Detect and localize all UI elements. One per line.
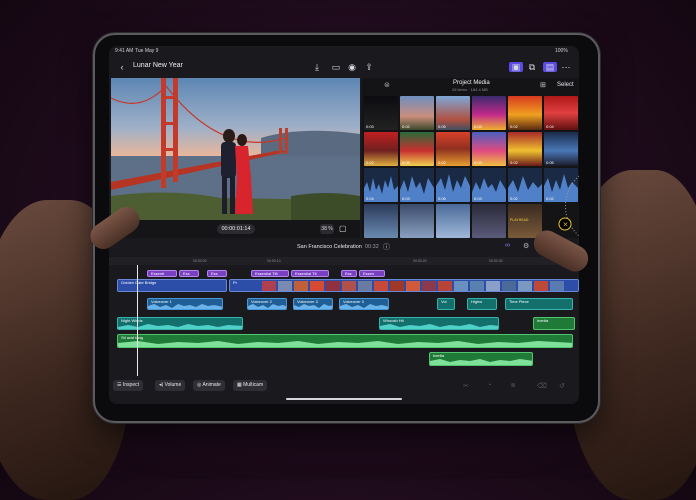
select-button[interactable]: Select [557,82,574,88]
timecode-display[interactable]: 00:00:01:14 [217,224,255,234]
split-icon[interactable]: ✂ [463,382,469,390]
media-thumb[interactable]: 0:03 [472,132,506,166]
voiceover-clip[interactable]: Time Piece [505,298,573,310]
voiceover-clip[interactable]: Voiceover 3 [293,298,333,310]
video-clip-label: Pr [233,280,237,285]
media-thumb[interactable] [472,204,506,238]
multicam-button[interactable]: ▦ Multicam [233,380,268,391]
viewer-zoom[interactable]: 38 % [320,224,334,234]
volume-button[interactable]: ◂) Volume [155,380,186,391]
media-thumb[interactable]: 0:02 [400,96,434,130]
timeline-project-name: San Francisco Celebration [297,244,362,250]
video-viewer[interactable] [111,78,360,220]
media-thumb[interactable]: 0:05 [436,96,470,130]
camera-icon[interactable]: ▭ [331,62,341,72]
audio-clip[interactable]: Whoosh Hit [379,317,499,330]
title-clip[interactable]: Essential Titl [251,270,289,277]
inspector-icon[interactable]: ▤ [543,62,557,72]
media-thumb[interactable] [400,204,434,238]
video-clip-strip[interactable]: Pr [229,279,579,292]
music-clip[interactable]: Sti acid fang [117,334,573,348]
browser-subtitle: 26 items · 184.4 MB [452,87,488,92]
title-clip[interactable]: Ess [341,270,357,277]
timeline-header: San Francisco Celebration 00:32 ⓘ ∞ ⚙ [109,240,579,256]
animate-button[interactable]: ◎ Animate [193,380,225,391]
status-time: 9:41 AM [115,48,134,54]
share-icon[interactable]: ⇪ [364,62,374,72]
detach-icon[interactable]: ⧈ [511,382,515,390]
voiceover-clip[interactable]: Highw [467,298,497,310]
media-thumb-audio[interactable]: 0:03 [472,168,506,202]
voiceover-clip[interactable]: Vol [437,298,455,310]
media-thumb[interactable]: 0:04 [544,96,578,130]
top-toolbar: ‹ Lunar New Year ⤓ ▭ ◉ ⇪ ▣ ⧉ ▤ ⋯ [109,56,579,78]
media-thumb[interactable]: 0:03 [364,96,398,130]
ruler-tick: 00:00:10 [267,259,281,263]
filter-icon[interactable]: ⊜ [384,81,390,89]
voiceover-clip[interactable]: Voiceover 2 [247,298,287,310]
media-thumb[interactable]: 0:02 [364,132,398,166]
grid-view-icon[interactable]: ⊞ [540,81,546,89]
timeline-playhead[interactable] [137,265,138,376]
media-thumb[interactable] [436,204,470,238]
fullscreen-icon[interactable]: ▢ [339,224,349,234]
video-clip[interactable]: Golden Gate Bridge [117,279,227,292]
title-clip[interactable]: Essential Tit [291,270,329,277]
media-thumb-audio[interactable]: 0:03 [400,168,434,202]
chevron-left-icon[interactable]: ‹ [117,62,127,72]
media-thumb-audio[interactable]: 0:04 [364,168,398,202]
media-thumb[interactable]: 0:02 [508,132,542,166]
more-icon[interactable]: ⋯ [561,62,571,72]
settings-icon[interactable]: ⚙ [523,242,529,250]
speed-icon[interactable]: ◔ [487,382,491,389]
ruler-tick: 00:00:20 [413,259,427,263]
photos-icon[interactable]: ▣ [509,62,523,72]
browser-title: Project Media [453,80,490,86]
audio-clip[interactable]: Inertia [533,317,575,330]
audio-clip[interactable]: Night Winds [117,317,243,330]
media-thumb-audio[interactable]: 0:02 [508,168,542,202]
delete-icon[interactable]: ⌫ [537,382,547,390]
project-title: Lunar New Year [133,62,183,69]
voiceover-clip[interactable]: Voiceover 1 [147,298,223,310]
music-clip[interactable]: Inertia [429,352,533,366]
voiceover-clip[interactable]: Voiceover 3 [339,298,389,310]
undo-icon[interactable]: ↺ [559,382,565,390]
media-thumb[interactable]: 0:02 [508,96,542,130]
svg-text:×: × [563,221,569,229]
media-browser: ⊜ Project Media 26 items · 184.4 MB ⊞ Se… [362,78,579,238]
status-battery: 100% [555,48,568,54]
media-thumb[interactable]: 0:05 [400,132,434,166]
inspect-button[interactable]: ☰ Inspect [113,380,143,391]
voiceover-icon[interactable]: ◉ [347,62,357,72]
clips-icon[interactable]: ⧉ [527,62,537,72]
bottom-toolbar: ☰ Inspect ◂) Volume ◎ Animate ▦ Multicam… [109,376,579,398]
info-icon[interactable]: ⓘ [383,242,390,252]
media-thumb[interactable]: 0:02 [436,132,470,166]
home-indicator [286,398,402,400]
link-icon[interactable]: ∞ [505,242,510,249]
title-clip[interactable]: Essen [359,270,385,277]
status-date: Tue May 9 [135,48,159,54]
media-thumb[interactable]: 0:03 [472,96,506,130]
ruler-tick: 00:00:00 [193,259,207,263]
playhead-badge: PLAYHEAD [510,218,529,222]
media-thumb[interactable] [364,204,398,238]
jog-wheel[interactable]: × [540,174,579,238]
media-thumb[interactable]: 0:05 [544,132,578,166]
timeline-ruler[interactable]: 00:00:00 00:00:10 00:00:20 00:00:30 [109,257,579,265]
timeline-duration: 00:32 [365,244,379,250]
import-icon[interactable]: ⤓ [312,62,322,72]
viewer-frame-image [111,78,360,220]
media-thumb-audio[interactable]: 0:06 [436,168,470,202]
title-clip[interactable]: Ess [207,270,227,277]
ipad-screen: 9:41 AM Tue May 9 100% ‹ Lunar New Year … [109,46,579,404]
ruler-tick: 00:00:30 [489,259,503,263]
title-clip[interactable]: Essenti [147,270,177,277]
filmstrip [230,280,578,291]
title-clip[interactable]: Ess [179,270,199,277]
